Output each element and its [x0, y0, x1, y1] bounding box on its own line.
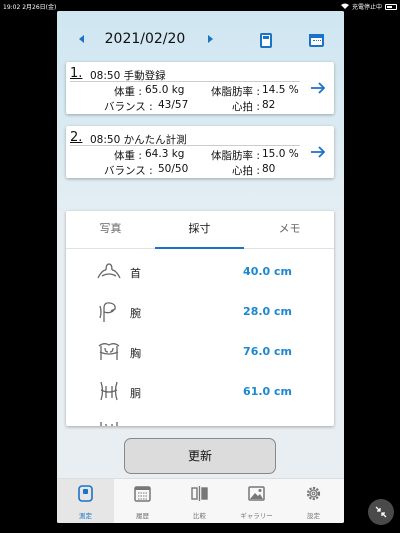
chest-icon	[98, 343, 120, 360]
tab-photo[interactable]: 写真	[66, 211, 155, 249]
fat-value: 14.5 %	[262, 84, 299, 96]
measurement-row-partial	[66, 412, 334, 426]
prev-day-button[interactable]	[79, 35, 84, 43]
measurement-value: 76.0 cm	[243, 345, 292, 358]
body-part-label: 胴	[130, 387, 141, 400]
fat-label: 体脂肪率 :	[211, 86, 260, 98]
heart-label: 心拍 :	[232, 101, 260, 113]
gear-icon	[306, 486, 321, 501]
status-date: 2月26日(金)	[22, 4, 57, 11]
status-right: 充電停止中	[340, 2, 397, 11]
tab-measure[interactable]: 採寸	[155, 211, 244, 249]
gallery-icon	[248, 486, 265, 501]
weight-value: 64.3 kg	[145, 148, 185, 160]
balance-label: バランス :	[104, 165, 153, 177]
measurement-value: 61.0 cm	[243, 385, 292, 398]
battery-icon	[385, 3, 397, 10]
tab-label: 比較	[193, 512, 206, 520]
tab-label: 設定	[307, 512, 320, 520]
compare-icon	[191, 486, 208, 501]
measure-icon	[78, 485, 93, 502]
shrink-window-button[interactable]	[368, 499, 394, 525]
heart-label: 心拍 :	[232, 165, 260, 177]
measurement-row: 首 40.0 cm	[66, 252, 334, 292]
tab-history-nav[interactable]: 履歴	[114, 479, 171, 523]
hip-icon	[100, 422, 118, 426]
bottom-tab-bar: 測定 履歴 比較 ギャラリー 設定	[57, 478, 344, 523]
wifi-icon	[340, 3, 349, 11]
detail-panel: 写真 採寸 メモ 首 40.0 cm 腕 28.0 cm 胸 76.0 cm 胴…	[66, 211, 334, 426]
status-bar: 19:02 2月26日(金) 充電停止中	[0, 0, 400, 11]
tab-settings-nav[interactable]: 設定	[285, 479, 342, 523]
neck-icon	[97, 263, 121, 279]
record-index: 2.	[70, 130, 83, 145]
heart-value: 82	[262, 99, 276, 111]
tab-label: ギャラリー	[240, 512, 273, 520]
calculator-icon[interactable]	[260, 33, 272, 48]
status-time: 19:02	[3, 4, 21, 11]
measurement-row: 腕 28.0 cm	[66, 292, 334, 332]
heart-value: 80	[262, 163, 276, 175]
balance-label: バランス :	[104, 101, 153, 113]
arm-icon	[99, 302, 116, 322]
divider	[70, 81, 300, 82]
body-part-label: 首	[130, 267, 141, 280]
record-card-2[interactable]: 2. 08:50 かんたん計測 体重 : 64.3 kg 体脂肪率 : 15.0…	[66, 126, 334, 178]
measurement-row: 胸 76.0 cm	[66, 332, 334, 372]
date-bar: 2021/02/20	[57, 29, 344, 53]
fat-label: 体脂肪率 :	[211, 150, 260, 162]
body-part-label: 胸	[130, 347, 141, 360]
record-index: 1.	[70, 66, 83, 81]
collapse-arrows-icon	[375, 506, 387, 518]
balance-value: 43/57	[158, 99, 189, 111]
weight-value: 65.0 kg	[145, 84, 185, 96]
measurement-value: 40.0 cm	[243, 265, 292, 278]
tab-gallery-nav[interactable]: ギャラリー	[228, 479, 285, 523]
balance-value: 50/50	[158, 163, 189, 175]
current-date: 2021/02/20	[104, 31, 186, 47]
tab-memo[interactable]: メモ	[245, 211, 334, 249]
status-time-date: 19:02 2月26日(金)	[3, 2, 56, 11]
arrow-right-icon[interactable]	[310, 82, 326, 94]
body-part-label: 腕	[130, 307, 141, 320]
tab-label: 測定	[79, 512, 92, 520]
app-window: 2021/02/20 1. 08:50 手動登録 体重 : 65.0 kg 体脂…	[57, 11, 344, 523]
calendar-icon[interactable]	[309, 34, 324, 47]
fat-value: 15.0 %	[262, 148, 299, 160]
tab-compare-nav[interactable]: 比較	[171, 479, 228, 523]
tab-bar: 写真 採寸 メモ	[66, 211, 334, 249]
measurement-value: 28.0 cm	[243, 305, 292, 318]
divider	[70, 145, 300, 146]
update-button[interactable]: 更新	[124, 438, 276, 474]
waist-icon	[100, 381, 118, 401]
tab-label: 履歴	[136, 512, 149, 520]
arrow-right-icon[interactable]	[310, 146, 326, 158]
weight-label: 体重 :	[114, 86, 142, 98]
measurement-row: 胴 61.0 cm	[66, 372, 334, 412]
next-day-button[interactable]	[208, 35, 213, 43]
charging-status: 充電停止中	[351, 4, 382, 11]
calendar-icon	[134, 486, 151, 502]
record-card-1[interactable]: 1. 08:50 手動登録 体重 : 65.0 kg 体脂肪率 : 14.5 %…	[66, 62, 334, 114]
tab-measure-nav[interactable]: 測定	[57, 479, 114, 523]
weight-label: 体重 :	[114, 150, 142, 162]
